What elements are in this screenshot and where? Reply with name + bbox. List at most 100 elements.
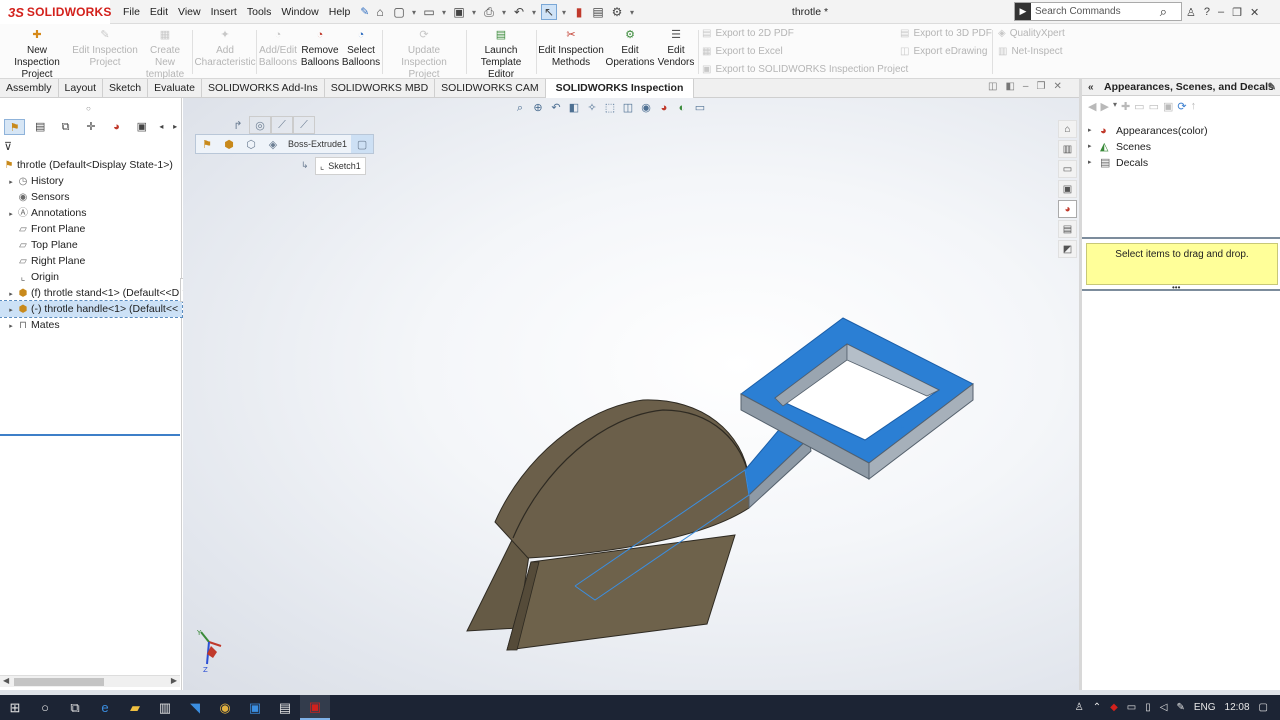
tree-item-throtle-handle[interactable]: ▸ ⬢ (-) throtle handle<1> (Default<< (0, 300, 183, 318)
view-palette-icon[interactable]: ▣ (1058, 180, 1077, 198)
property-manager-tab-icon[interactable]: ▤ (29, 119, 50, 135)
export-excel-button[interactable]: ▦ Export to Excel (702, 46, 783, 57)
pin-pane-icon[interactable]: ✎ (1268, 79, 1276, 96)
options-gear-icon[interactable]: ⚙ (609, 4, 625, 20)
app-icon[interactable]: ▣ (240, 695, 270, 720)
library-item-scenes[interactable]: ▸ ◭ Scenes (1088, 139, 1208, 155)
vscode-icon[interactable]: ◥ (180, 695, 210, 720)
home-icon[interactable]: ⌂ (372, 4, 388, 20)
panel-grip-icon[interactable]: ○ (86, 104, 91, 113)
menu-help[interactable]: Help (324, 6, 356, 18)
edit-vendors-button[interactable]: ☰ Edit Vendors (656, 28, 696, 78)
tree-item-throtle-stand[interactable]: ▸ ⬢ (f) throtle stand<1> (Default<<D (0, 285, 182, 301)
undo-dropdown-icon[interactable]: ▾ (530, 4, 538, 20)
language-indicator[interactable]: ENG (1194, 702, 1216, 713)
sketch-tool-icon[interactable]: ⟋ (293, 116, 315, 134)
remove-balloons-button[interactable]: ◔ Remove Balloons (300, 28, 340, 78)
rollback-bar[interactable] (0, 434, 180, 436)
tree-item-mates[interactable]: ▸ ⊓ Mates (0, 317, 182, 333)
help-icon[interactable]: ? (1204, 6, 1210, 18)
tree-item-sensors[interactable]: ◉ Sensors (0, 189, 182, 205)
body-crumb-icon[interactable]: ⬡ (240, 135, 262, 153)
reference-triad[interactable]: Y Z (191, 628, 231, 678)
edit-operations-button[interactable]: ⚙ Edit Operations (606, 28, 655, 78)
notifications-icon[interactable]: ▢ (1259, 702, 1268, 713)
zoom-to-fit-icon[interactable]: ⌕ (513, 101, 527, 115)
tree-root[interactable]: ⚑ throtle (Default<Display State-1>) (0, 157, 182, 173)
tabs-right-arrow-icon[interactable]: ▸ (170, 119, 180, 135)
new-folder-icon[interactable]: ▭ (1149, 100, 1159, 113)
forward-dropdown-icon[interactable]: ▾ (1113, 100, 1117, 113)
solidworks-resources-icon[interactable]: ⌂ (1058, 120, 1077, 138)
model-view[interactable]: + (183, 98, 1079, 690)
tab-layout[interactable]: Layout (59, 79, 104, 98)
graphics-area[interactable]: + ⌕ ⊕ ↶ ◧ ✧ ⬚ ◫ ◉ ◕ ◐ ▭ ↱ ◎ ⟋ ⟋ ⚑ ⬢ ⬡ ◈ … (183, 98, 1079, 690)
search-commands-box[interactable]: ▶ Search Commands ⌕ (1014, 2, 1182, 21)
expand-icon[interactable]: ▸ (6, 175, 16, 189)
save-dropdown-icon[interactable]: ▾ (470, 4, 478, 20)
tabs-left-arrow-icon[interactable]: ◂ (157, 119, 167, 135)
smart-dimension-icon[interactable]: ⟋ (271, 116, 293, 134)
export-2d-pdf-button[interactable]: ▤ Export to 2D PDF (702, 28, 794, 39)
new-inspection-project-button[interactable]: ✚ New Inspection Project (4, 28, 70, 80)
design-library-icon[interactable]: ▥ (1058, 140, 1077, 158)
refresh-icon[interactable]: ⟳ (1177, 100, 1186, 113)
search-icon[interactable]: ⌕ (1160, 4, 1167, 20)
context-arrow-icon[interactable]: ↱ (227, 116, 249, 134)
undo-icon[interactable]: ↶ (511, 4, 527, 20)
print-dropdown-icon[interactable]: ▾ (500, 4, 508, 20)
menu-file[interactable]: File (118, 6, 145, 18)
feature-manager-tab-icon[interactable]: ⚑ (4, 119, 26, 135)
tab-sketch[interactable]: Sketch (103, 79, 149, 98)
qualityxpert-button[interactable]: ◈ QualityXpert (998, 28, 1065, 39)
new-dropdown-icon[interactable]: ▾ (410, 4, 418, 20)
edit-inspection-project-button[interactable]: ✎ Edit Inspection Project (72, 28, 138, 78)
windows-start-icon[interactable]: ⊞ (0, 695, 30, 720)
file-explorer-icon[interactable]: ▰ (120, 695, 150, 720)
battery-icon[interactable]: ▭ (1127, 702, 1136, 713)
dimxpert-manager-tab-icon[interactable]: ✛ (80, 119, 101, 135)
options-dropdown-icon[interactable]: ▾ (628, 4, 636, 20)
scroll-right-icon[interactable]: ▶ (171, 676, 177, 685)
export-3d-pdf-button[interactable]: ▤ Export to 3D PDF (900, 28, 992, 39)
add-folder-icon[interactable]: ▭ (1134, 100, 1144, 113)
tree-horizontal-scrollbar[interactable]: ◀ ▶ (0, 675, 180, 687)
part-crumb-icon[interactable]: ⬢ (218, 135, 240, 153)
task-view-icon[interactable]: ⧉ (60, 695, 90, 720)
forum-icon[interactable]: ◩ (1058, 240, 1077, 258)
view-orientation-icon[interactable]: ⬚ (603, 101, 617, 115)
dynamic-annotation-icon[interactable]: ✧ (585, 101, 599, 115)
display-style-icon[interactable]: ◫ (621, 101, 635, 115)
launch-template-editor-button[interactable]: ▤ Launch Template Editor (468, 28, 534, 80)
breadcrumb-sketch[interactable]: ⌞ Sketch1 (315, 157, 366, 175)
pane-splitter[interactable] (1082, 237, 1280, 239)
people-icon[interactable]: ♙ (1075, 702, 1084, 713)
scroll-left-icon[interactable]: ◀ (3, 676, 9, 685)
tree-item-top-plane[interactable]: ▱ Top Plane (0, 237, 182, 253)
select-balloons-button[interactable]: ◔ Select Balloons (341, 28, 381, 78)
custom-properties-icon[interactable]: ▤ (1058, 220, 1077, 238)
expand-icon[interactable]: ▸ (1088, 139, 1100, 155)
add-to-library-icon[interactable]: ✚ (1121, 100, 1130, 113)
menu-view[interactable]: View (173, 6, 206, 18)
net-inspect-button[interactable]: ▥ Net-Inspect (998, 46, 1063, 57)
user-icon[interactable]: ♙ (1186, 6, 1196, 19)
expand-icon[interactable]: ▸ (1088, 123, 1100, 139)
appearances-tab-icon[interactable]: ◕ (1058, 200, 1077, 218)
cortana-search-icon[interactable]: ○ (30, 695, 60, 720)
update-inspection-project-button[interactable]: ⟳ Update Inspection Project (384, 28, 464, 80)
forward-icon[interactable]: ▶ (1100, 100, 1108, 113)
menu-tools[interactable]: Tools (242, 6, 277, 18)
volume-icon[interactable]: ◁ (1160, 702, 1168, 713)
zoom-to-area-icon[interactable]: ⊕ (531, 101, 545, 115)
solidworks-taskbar-icon[interactable]: ▣ (300, 695, 330, 720)
breadcrumb-feature[interactable]: Boss-Extrude1 (284, 139, 351, 149)
library-item-decals[interactable]: ▸ ▤ Decals (1088, 155, 1208, 171)
network-icon[interactable]: ▯ (1145, 702, 1151, 713)
section-view-icon[interactable]: ◧ (567, 101, 581, 115)
save-icon[interactable]: ▣ (451, 4, 467, 20)
menu-window[interactable]: Window (276, 6, 323, 18)
tree-filter-icon[interactable]: ⊽ (4, 140, 12, 153)
back-icon[interactable]: ◀ (1088, 100, 1096, 113)
tab-evaluate[interactable]: Evaluate (148, 79, 203, 98)
